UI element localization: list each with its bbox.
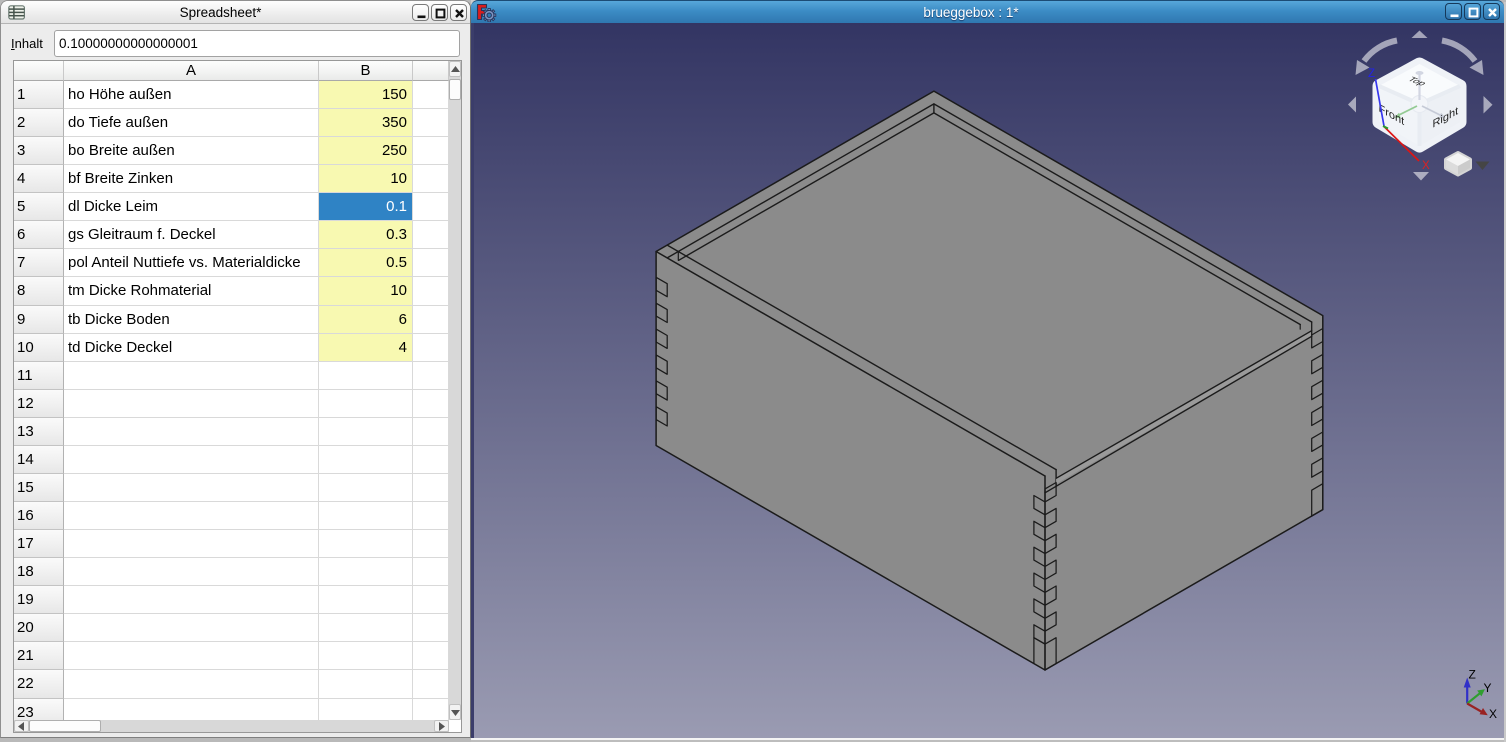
svg-text:Z: Z bbox=[1469, 668, 1476, 682]
svg-text:X: X bbox=[1489, 707, 1497, 721]
svg-text:X: X bbox=[1422, 160, 1430, 172]
svg-text:Z: Z bbox=[1368, 68, 1375, 80]
svg-text:Y: Y bbox=[1484, 681, 1492, 695]
